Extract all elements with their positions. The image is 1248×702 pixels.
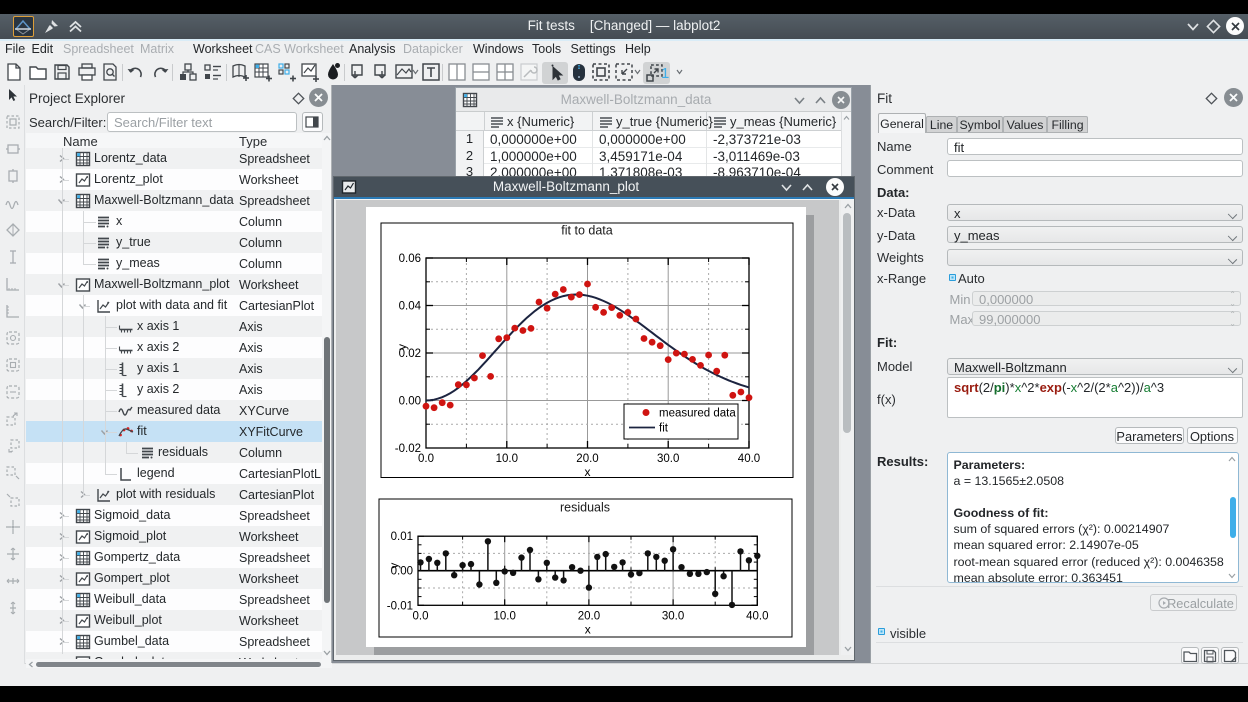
svg-text:residuals: residuals — [560, 501, 610, 515]
svg-text:20.0: 20.0 — [576, 453, 598, 465]
svg-text:40.0: 40.0 — [738, 453, 760, 465]
svg-text:x: x — [585, 465, 591, 479]
svg-text:40.0: 40.0 — [746, 610, 768, 622]
svg-text:y: y — [395, 344, 409, 350]
svg-text:fit: fit — [659, 423, 669, 435]
svg-text:10.0: 10.0 — [494, 610, 516, 622]
svg-text:0.04: 0.04 — [399, 301, 422, 313]
svg-text:30.0: 30.0 — [662, 610, 684, 622]
svg-text:0.0: 0.0 — [413, 610, 429, 622]
svg-text:30.0: 30.0 — [657, 453, 679, 465]
svg-text:measured data: measured data — [659, 408, 736, 420]
svg-text:y: y — [387, 563, 401, 569]
svg-text:0.00: 0.00 — [399, 396, 421, 408]
svg-text:-0.01: -0.01 — [387, 600, 413, 612]
svg-text:10.0: 10.0 — [496, 453, 518, 465]
svg-text:0.01: 0.01 — [391, 531, 413, 543]
svg-text:0.0: 0.0 — [418, 453, 434, 465]
svg-text:x: x — [585, 622, 591, 636]
svg-text:0.06: 0.06 — [399, 253, 421, 265]
svg-text:fit to data: fit to data — [561, 224, 612, 238]
svg-text:20.0: 20.0 — [578, 610, 600, 622]
